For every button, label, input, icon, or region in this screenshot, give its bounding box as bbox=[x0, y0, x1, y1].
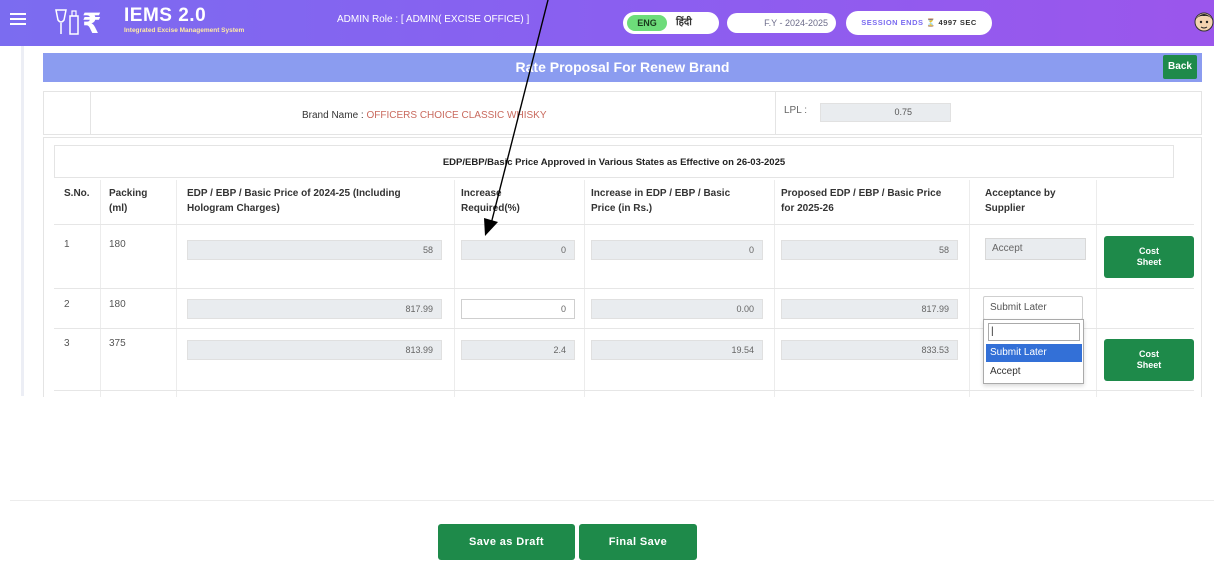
timer-icon: ⏳ bbox=[926, 18, 936, 27]
app-subtitle: Integrated Excise Management System bbox=[124, 27, 245, 34]
dropdown-option-accept[interactable]: Accept bbox=[986, 363, 1082, 381]
row3-increase-rs-input: 19.54 bbox=[591, 340, 763, 360]
row2-acceptance-select[interactable]: Submit Later bbox=[983, 296, 1083, 320]
row2-sno: 2 bbox=[64, 299, 70, 310]
brand-name-value: OFFICERS CHOICE CLASSIC WHISKY bbox=[366, 110, 547, 121]
row3-proposed-input: 833.53 bbox=[781, 340, 958, 360]
row2-proposed-input: 817.99 bbox=[781, 299, 958, 319]
row1-edp-input: 58 bbox=[187, 240, 442, 260]
row3-packing: 375 bbox=[109, 338, 126, 349]
row1-increase-rs-input: 0 bbox=[591, 240, 763, 260]
top-header: ₹ IEMS 2.0 Integrated Excise Management … bbox=[0, 0, 1214, 46]
svg-text:₹: ₹ bbox=[82, 7, 101, 38]
save-as-draft-button[interactable]: Save as Draft bbox=[438, 524, 575, 560]
dropdown-option-submit-later[interactable]: Submit Later bbox=[986, 344, 1082, 362]
brand-name-label: Brand Name : OFFICERS CHOICE CLASSIC WHI… bbox=[302, 110, 547, 121]
row2-increase-pct-input[interactable]: 0 bbox=[461, 299, 575, 319]
row1-proposed-input: 58 bbox=[781, 240, 958, 260]
row2-edp-input: 817.99 bbox=[187, 299, 442, 319]
row1-increase-pct-input: 0 bbox=[461, 240, 575, 260]
dropdown-search-input[interactable]: | bbox=[988, 323, 1080, 341]
row1-packing: 180 bbox=[109, 239, 126, 250]
header-acceptance: Acceptance by Supplier bbox=[985, 188, 1056, 214]
user-avatar-icon[interactable] bbox=[1194, 10, 1214, 36]
lpl-label: LPL : bbox=[784, 105, 807, 116]
row2-packing: 180 bbox=[109, 299, 126, 310]
acceptance-dropdown-panel: | Submit Later Accept bbox=[983, 319, 1084, 384]
final-save-button[interactable]: Final Save bbox=[579, 524, 697, 560]
header-edp: EDP / EBP / Basic Price of 2024-25 (Incl… bbox=[187, 188, 401, 214]
page-title-bar: Rate Proposal For Renew Brand Back bbox=[43, 53, 1202, 82]
session-timer-badge: SESSION ENDS ⏳ 4997 SEC bbox=[846, 11, 992, 35]
logo-icon: ₹ bbox=[55, 7, 101, 38]
app-name: IEMS 2.0 bbox=[124, 5, 207, 26]
back-button[interactable]: Back bbox=[1163, 55, 1197, 79]
row3-increase-pct-input: 2.4 bbox=[461, 340, 575, 360]
row3-edp-input: 813.99 bbox=[187, 340, 442, 360]
page-title: Rate Proposal For Renew Brand bbox=[515, 59, 730, 75]
row1-acceptance-field: Accept bbox=[985, 238, 1086, 260]
sidebar-strip bbox=[0, 46, 24, 396]
row1-sno: 1 bbox=[64, 239, 70, 250]
lang-english-button[interactable]: ENG bbox=[627, 15, 667, 31]
footer-divider bbox=[10, 500, 1214, 501]
header-packing: Packing (ml) bbox=[109, 188, 148, 214]
hamburger-menu-icon[interactable] bbox=[10, 13, 26, 27]
session-timer: 4997 SEC bbox=[938, 18, 977, 27]
session-label: SESSION ENDS bbox=[861, 18, 924, 27]
row3-cost-sheet-button[interactable]: Cost Sheet bbox=[1104, 339, 1194, 381]
header-sno: S.No. bbox=[64, 188, 90, 199]
effective-date-note: EDP/EBP/Basic Price Approved in Various … bbox=[54, 145, 1174, 178]
language-toggle: ENG हिंदी bbox=[623, 12, 719, 34]
lang-hindi-button[interactable]: हिंदी bbox=[676, 15, 692, 31]
row2-increase-rs-input: 0.00 bbox=[591, 299, 763, 319]
row3-sno: 3 bbox=[64, 338, 70, 349]
row1-cost-sheet-button[interactable]: Cost Sheet bbox=[1104, 236, 1194, 278]
header-increase-rs: Increase in EDP / EBP / Basic Price (in R… bbox=[591, 188, 731, 214]
fiscal-year-badge: F.Y - 2024-2025 bbox=[727, 13, 836, 33]
header-proposed: Proposed EDP / EBP / Basic Price for 2025… bbox=[781, 188, 942, 214]
brand-info-row: Brand Name : OFFICERS CHOICE CLASSIC WHI… bbox=[43, 91, 1202, 135]
header-increase-pct: Increase Required(%) bbox=[461, 188, 520, 214]
admin-role-label: ADMIN Role : [ ADMIN( EXCISE OFFICE) ] bbox=[337, 14, 530, 25]
lpl-input: 0.75 bbox=[820, 103, 951, 122]
